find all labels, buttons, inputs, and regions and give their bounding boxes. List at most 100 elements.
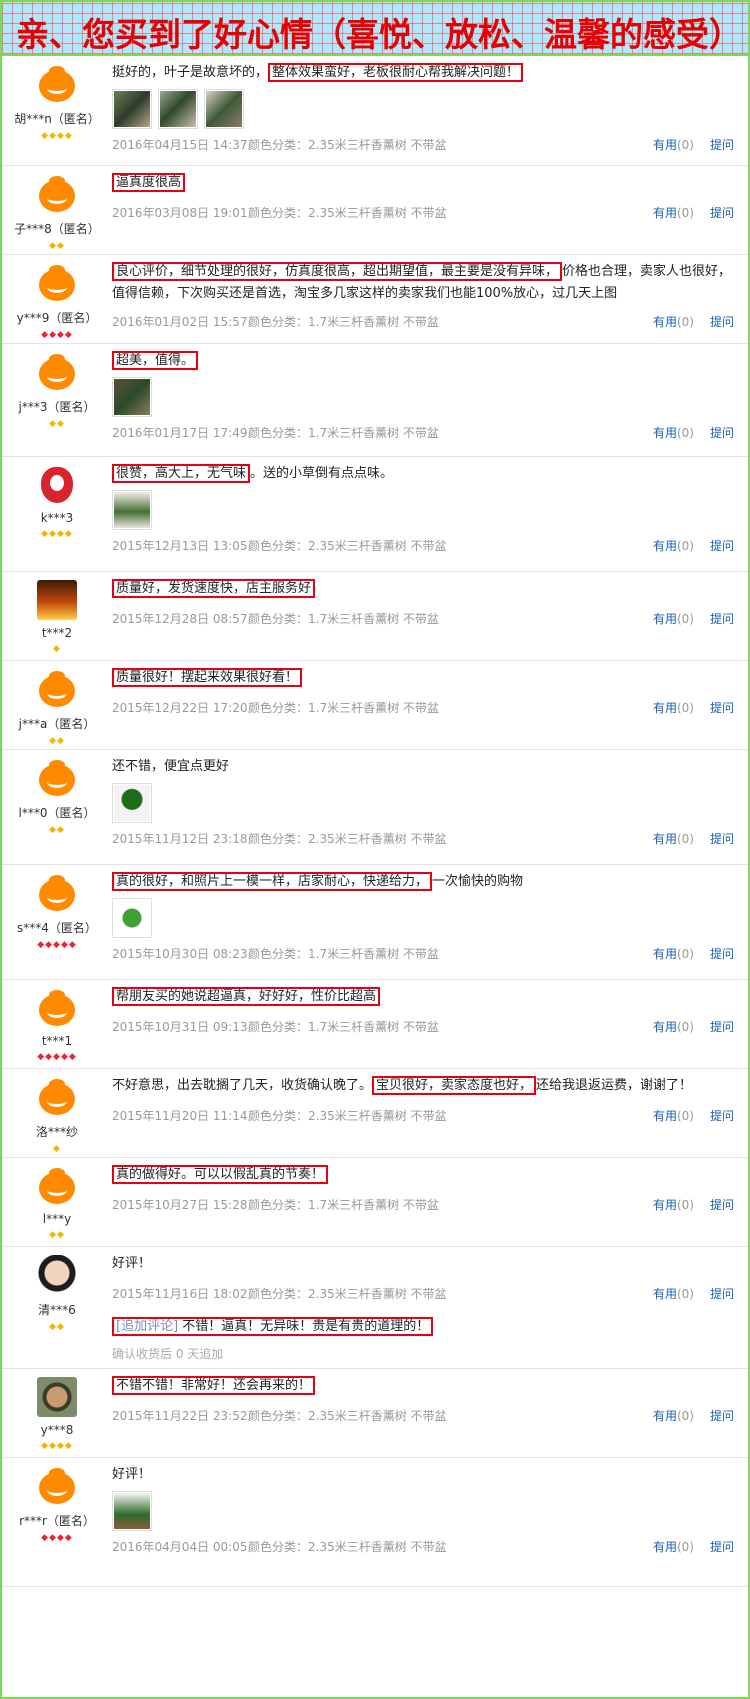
- question-button[interactable]: 提问: [710, 1409, 734, 1423]
- review-content: 还不错，便宜点更好 2015年11月12日 23:18颜色分类：2.35米三杆香薰…: [112, 756, 734, 846]
- review-photo-thumbnail[interactable]: [112, 377, 152, 417]
- review-text-highlight: 整体效果蛮好，老板很耐心帮我解决问题！: [268, 63, 524, 82]
- review-photo-thumbnail[interactable]: [158, 89, 198, 129]
- review-item: 子***8（匿名） ◆◆ 逼真度很高 2016年03月08日 19:01颜色分类：2.…: [2, 166, 748, 255]
- credit-badge-icons: ◆◆: [49, 736, 65, 746]
- avatar[interactable]: [37, 352, 77, 392]
- review-content: 质量好，发货速度快，店主服务好 2015年12月28日 08:57颜色分类：1.7…: [112, 578, 734, 626]
- avatar[interactable]: [37, 174, 77, 214]
- review-date: 2015年12月28日 08:57: [112, 612, 248, 626]
- avatar[interactable]: [37, 1077, 77, 1117]
- credit-badge-icons: ◆◆: [49, 419, 65, 429]
- review-text-highlight: 逼真度很高: [112, 173, 186, 192]
- avatar[interactable]: [37, 1377, 77, 1417]
- sku-spec-label: 颜色分类：: [248, 832, 309, 846]
- useful-button[interactable]: 有用: [653, 947, 677, 961]
- reviewer-info: l***0（匿名） ◆◆: [2, 750, 112, 836]
- reviewer-name[interactable]: k***3: [2, 511, 112, 525]
- reviewer-name[interactable]: j***3（匿名）: [2, 398, 112, 415]
- review-date: 2015年11月12日 23:18: [112, 832, 248, 846]
- useful-count: (0): [676, 539, 694, 553]
- credit-badge-icons: ◆: [53, 1144, 61, 1154]
- review-meta: 2015年12月22日 17:20颜色分类：1.7米三杆香薰树 不带盆 有用(0)…: [112, 699, 734, 716]
- reviewer-name[interactable]: 清***6: [2, 1301, 112, 1318]
- reviewer-name[interactable]: s***4（匿名）: [2, 919, 112, 936]
- review-date: 2015年12月22日 17:20: [112, 701, 248, 715]
- review-photo-thumbnail[interactable]: [204, 89, 244, 129]
- question-button[interactable]: 提问: [710, 206, 734, 220]
- reviewer-name[interactable]: l***y: [2, 1212, 112, 1226]
- question-button[interactable]: 提问: [710, 539, 734, 553]
- review-photo-thumbnail[interactable]: [112, 898, 152, 938]
- avatar[interactable]: [37, 758, 77, 798]
- sku-spec-label: 颜色分类：: [248, 1540, 309, 1554]
- review-actions: 有用(0) 提问: [653, 1196, 734, 1213]
- reviewer-name[interactable]: 子***8（匿名）: [2, 220, 112, 237]
- avatar[interactable]: [37, 1466, 77, 1506]
- question-button[interactable]: 提问: [710, 138, 734, 152]
- review-date: 2015年12月13日 13:05: [112, 539, 248, 553]
- avatar[interactable]: [37, 988, 77, 1028]
- reviewer-name[interactable]: 胡***n（匿名）: [2, 110, 112, 127]
- avatar[interactable]: [37, 669, 77, 709]
- reviewer-name[interactable]: t***2: [2, 626, 112, 640]
- useful-button[interactable]: 有用: [653, 206, 677, 220]
- question-button[interactable]: 提问: [710, 832, 734, 846]
- useful-button[interactable]: 有用: [653, 1109, 677, 1123]
- question-button[interactable]: 提问: [710, 1109, 734, 1123]
- useful-count: (0): [676, 1109, 694, 1123]
- useful-button[interactable]: 有用: [653, 1198, 677, 1212]
- useful-button[interactable]: 有用: [653, 612, 677, 626]
- avatar[interactable]: [37, 580, 77, 620]
- reviewer-name[interactable]: t***1: [2, 1034, 112, 1048]
- review-photo-thumbnail[interactable]: [112, 89, 152, 129]
- avatar[interactable]: [37, 1255, 77, 1295]
- review-meta: 2016年01月02日 15:57颜色分类：1.7米三杆香薰树 不带盆 有用(0)…: [112, 313, 734, 330]
- useful-button[interactable]: 有用: [653, 701, 677, 715]
- review-photo-thumbnail[interactable]: [112, 1491, 152, 1531]
- review-date: 2016年04月04日 00:05: [112, 1540, 248, 1554]
- question-button[interactable]: 提问: [710, 701, 734, 715]
- question-button[interactable]: 提问: [710, 1198, 734, 1212]
- review-text-highlight: 不错不错！非常好！还会再来的！: [112, 1376, 316, 1395]
- question-button[interactable]: 提问: [710, 1020, 734, 1034]
- avatar[interactable]: [37, 465, 77, 505]
- reviewer-name[interactable]: j***a（匿名）: [2, 715, 112, 732]
- avatar[interactable]: [37, 873, 77, 913]
- question-button[interactable]: 提问: [710, 1540, 734, 1554]
- review-content: 不错不错！非常好！还会再来的！ 2015年11月22日 23:52颜色分类：2.3…: [112, 1375, 734, 1423]
- useful-button[interactable]: 有用: [653, 315, 677, 329]
- review-item: j***a（匿名） ◆◆ 质量很好！摆起来效果很好看！ 2015年12月22日 17:…: [2, 661, 748, 750]
- reviewer-name[interactable]: l***0（匿名）: [2, 804, 112, 821]
- reviewer-name[interactable]: 洛***纱: [2, 1123, 112, 1140]
- review-text: 真的很好，和照片上一模一样，店家耐心，快递给力， 一次愉快的购物: [112, 871, 734, 893]
- question-button[interactable]: 提问: [710, 1287, 734, 1301]
- avatar[interactable]: [37, 1166, 77, 1206]
- useful-button[interactable]: 有用: [653, 1287, 677, 1301]
- question-button[interactable]: 提问: [710, 947, 734, 961]
- useful-button[interactable]: 有用: [653, 426, 677, 440]
- useful-button[interactable]: 有用: [653, 1409, 677, 1423]
- review-text-highlight: 真的做得好。可以以假乱真的节奏！: [112, 1165, 329, 1184]
- useful-button[interactable]: 有用: [653, 1020, 677, 1034]
- review-photo-thumbnail[interactable]: [112, 490, 152, 530]
- question-button[interactable]: 提问: [710, 315, 734, 329]
- reviewer-name[interactable]: r***r（匿名）: [2, 1512, 112, 1529]
- useful-button[interactable]: 有用: [653, 832, 677, 846]
- question-button[interactable]: 提问: [710, 426, 734, 440]
- avatar[interactable]: [37, 263, 77, 303]
- reviewer-info: l***y ◆◆: [2, 1158, 112, 1241]
- avatar[interactable]: [37, 64, 77, 104]
- review-photo-thumbnail[interactable]: [112, 783, 152, 823]
- reviewer-name[interactable]: y***8: [2, 1423, 112, 1437]
- question-button[interactable]: 提问: [710, 612, 734, 626]
- reviewer-name[interactable]: y***9（匿名）: [2, 309, 112, 326]
- review-meta: 2015年11月12日 23:18颜色分类：2.35米三杆香薰树 不带盆 有用(0…: [112, 830, 734, 847]
- useful-button[interactable]: 有用: [653, 539, 677, 553]
- review-item: s***4（匿名） ◆◆◆◆◆ 真的很好，和照片上一模一样，店家耐心，快递给力， 一次…: [2, 865, 748, 980]
- useful-button[interactable]: 有用: [653, 138, 677, 152]
- useful-button[interactable]: 有用: [653, 1540, 677, 1554]
- review-actions: 有用(0) 提问: [653, 204, 734, 221]
- reviewer-info: t***1 ◆◆◆◆◆: [2, 980, 112, 1063]
- reviewer-info: r***r（匿名） ◆◆◆◆: [2, 1458, 112, 1544]
